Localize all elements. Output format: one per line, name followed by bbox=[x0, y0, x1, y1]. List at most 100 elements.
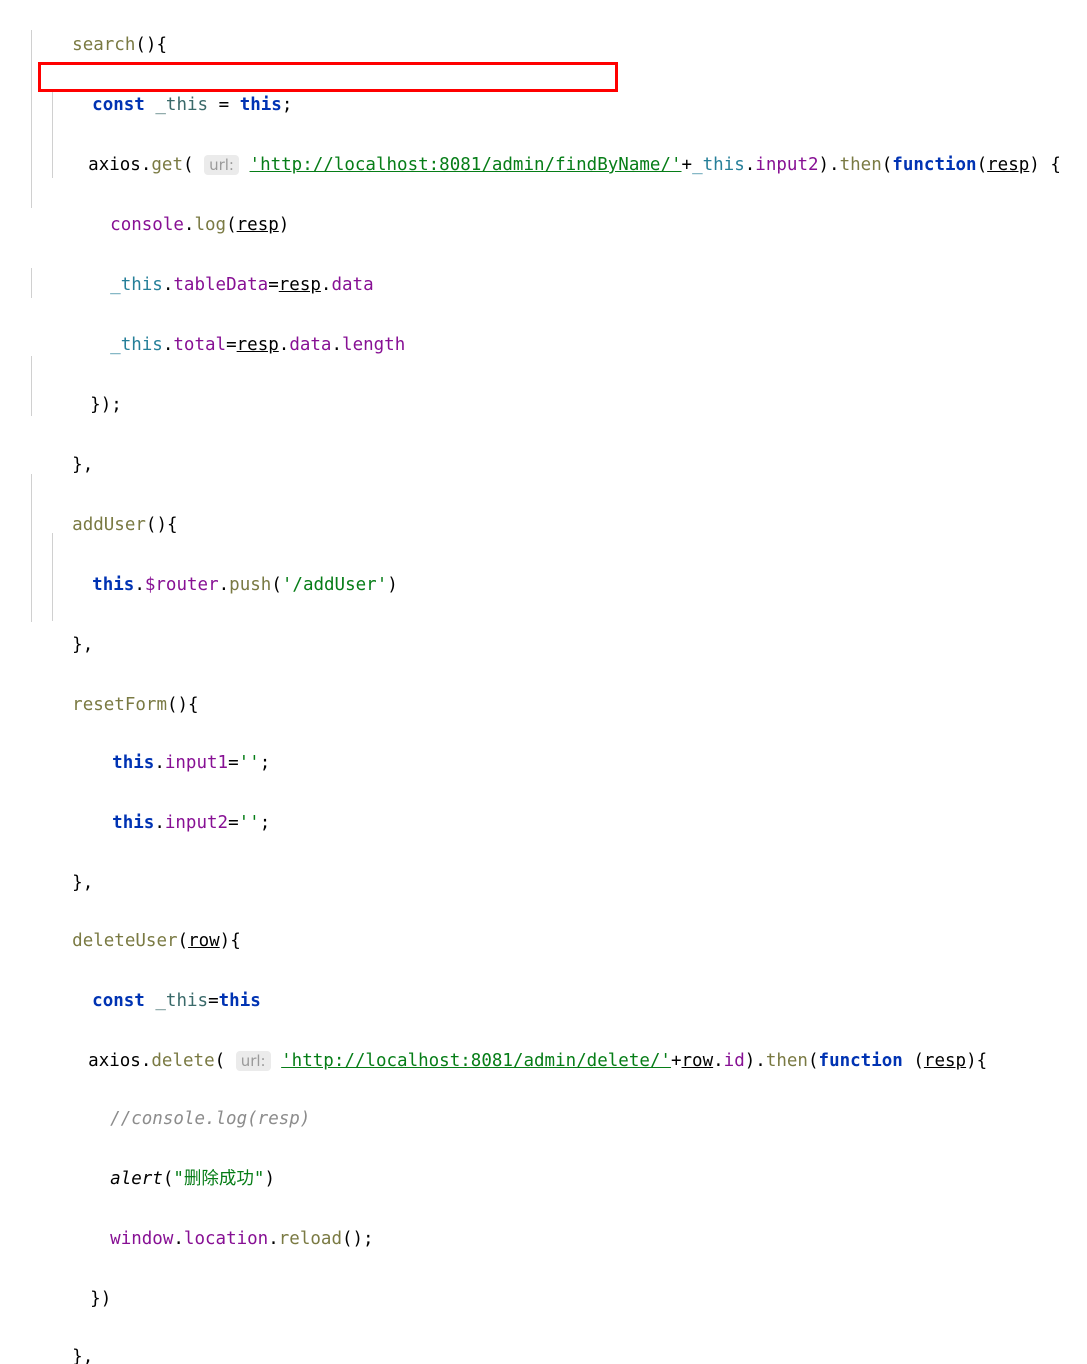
field-input2: input2 bbox=[755, 155, 819, 175]
punctuation: ) { bbox=[1029, 155, 1061, 175]
punctuation: ). bbox=[744, 1051, 766, 1071]
field-total: total bbox=[173, 335, 227, 355]
field-location: location bbox=[183, 1229, 269, 1249]
operator-assign: = bbox=[268, 275, 279, 295]
parameter-resp: resp bbox=[236, 335, 279, 355]
operator-assign: = bbox=[228, 813, 239, 833]
string-empty: '' bbox=[238, 813, 260, 833]
local-var-this-ref: _this bbox=[110, 335, 163, 355]
punctuation: . bbox=[183, 215, 195, 235]
indent-guide-addUser bbox=[31, 268, 32, 298]
method-log: log bbox=[194, 215, 227, 235]
code-line: const _this = this; bbox=[0, 60, 1087, 115]
punctuation: ) bbox=[264, 1169, 276, 1189]
punctuation-close-callback: }); bbox=[90, 395, 122, 415]
punctuation: . bbox=[140, 1051, 152, 1071]
parameter-resp: resp bbox=[987, 155, 1030, 175]
method-then: then bbox=[765, 1051, 808, 1071]
code-line: _this.tableData=resp.data bbox=[0, 240, 1087, 295]
parameter-row: row bbox=[188, 931, 220, 951]
punctuation: . bbox=[744, 155, 756, 175]
code-line: deleteUser(row){ bbox=[0, 896, 1087, 951]
code-line: this.input1=''; bbox=[0, 718, 1087, 773]
field-id: id bbox=[723, 1051, 745, 1071]
punctuation: . bbox=[173, 1229, 184, 1249]
code-line: search(){ bbox=[0, 0, 1087, 55]
punctuation: (); bbox=[341, 1229, 374, 1249]
punctuation: ; bbox=[259, 753, 271, 773]
code-line: this.input2=''; bbox=[0, 778, 1087, 833]
punctuation: ; bbox=[259, 813, 271, 833]
parameter-row: row bbox=[681, 1051, 714, 1071]
punctuation: ( bbox=[183, 155, 205, 175]
punctuation-close-method: }, bbox=[72, 873, 94, 893]
punctuation: . bbox=[162, 275, 174, 295]
function-alert: alert bbox=[110, 1169, 163, 1189]
punctuation: ; bbox=[281, 95, 293, 115]
keyword-const: const bbox=[92, 95, 145, 115]
punctuation: ( bbox=[807, 1051, 819, 1071]
punctuation: . bbox=[154, 813, 165, 833]
string-empty: '' bbox=[238, 753, 260, 773]
punctuation-close-method: }, bbox=[72, 635, 94, 655]
function-name-deleteUser: deleteUser bbox=[72, 931, 178, 951]
punctuation: ){ bbox=[966, 1051, 988, 1071]
field-input1: input1 bbox=[164, 753, 229, 773]
punctuation: ( bbox=[976, 155, 988, 175]
code-line: }, bbox=[0, 1312, 1087, 1364]
punctuation: ( bbox=[902, 1051, 924, 1071]
parameter-hint-url: url: bbox=[235, 1051, 271, 1071]
keyword-this: this bbox=[239, 95, 282, 115]
field-data: data bbox=[331, 275, 374, 295]
punctuation: ( bbox=[226, 215, 237, 235]
code-line: }, bbox=[0, 838, 1087, 893]
parameter-resp: resp bbox=[923, 1051, 967, 1071]
code-line: resetForm(){ bbox=[0, 660, 1087, 715]
parameter-resp: resp bbox=[278, 275, 321, 295]
keyword-this: this bbox=[92, 575, 135, 595]
method-push: push bbox=[229, 575, 272, 595]
punctuation: . bbox=[134, 575, 145, 595]
operator-assign: = bbox=[208, 991, 219, 1011]
local-var-this: _this bbox=[155, 95, 209, 115]
keyword-const: const bbox=[92, 991, 145, 1011]
keyword-function: function bbox=[892, 155, 977, 175]
field-data: data bbox=[289, 335, 332, 355]
code-line: }, bbox=[0, 600, 1087, 655]
local-var-this: _this bbox=[155, 991, 209, 1011]
code-line: const _this=this bbox=[0, 956, 1087, 1011]
local-var-this-ref: _this bbox=[110, 275, 163, 295]
identifier-axios: axios bbox=[88, 1051, 141, 1071]
parameter-hint-url: url: bbox=[204, 155, 239, 175]
punctuation: . bbox=[154, 753, 165, 773]
code-line: window.location.reload(); bbox=[0, 1194, 1087, 1249]
parameter-resp: resp bbox=[236, 215, 279, 235]
method-then: then bbox=[839, 155, 882, 175]
method-delete: delete bbox=[151, 1051, 215, 1071]
punctuation: (){ bbox=[166, 695, 199, 715]
punctuation: ( bbox=[271, 575, 282, 595]
code-line-axios-get: axios.get( url: 'http://localhost:8081/a… bbox=[0, 120, 1087, 175]
function-name-search: search bbox=[72, 35, 136, 55]
method-reload: reload bbox=[278, 1229, 342, 1249]
punctuation: ) bbox=[278, 215, 290, 235]
punctuation: (){ bbox=[145, 515, 178, 535]
keyword-function: function bbox=[818, 1051, 903, 1071]
code-editor-pane[interactable]: search(){ const _this = this; axios.get(… bbox=[0, 0, 1087, 1364]
punctuation: . bbox=[218, 575, 230, 595]
punctuation: . bbox=[713, 1051, 724, 1071]
code-line: console.log(resp) bbox=[0, 180, 1087, 235]
punctuation: ( bbox=[881, 155, 893, 175]
function-name-addUser: addUser bbox=[72, 515, 146, 535]
punctuation: ){ bbox=[219, 931, 241, 951]
identifier-window: window bbox=[110, 1229, 174, 1249]
punctuation: ( bbox=[162, 1169, 174, 1189]
operator-assign: = bbox=[226, 335, 237, 355]
string-add-user-route: '/addUser' bbox=[281, 575, 388, 595]
punctuation-close-method: }, bbox=[72, 455, 94, 475]
field-tableData: tableData bbox=[173, 275, 269, 295]
field-length: length bbox=[342, 335, 406, 355]
